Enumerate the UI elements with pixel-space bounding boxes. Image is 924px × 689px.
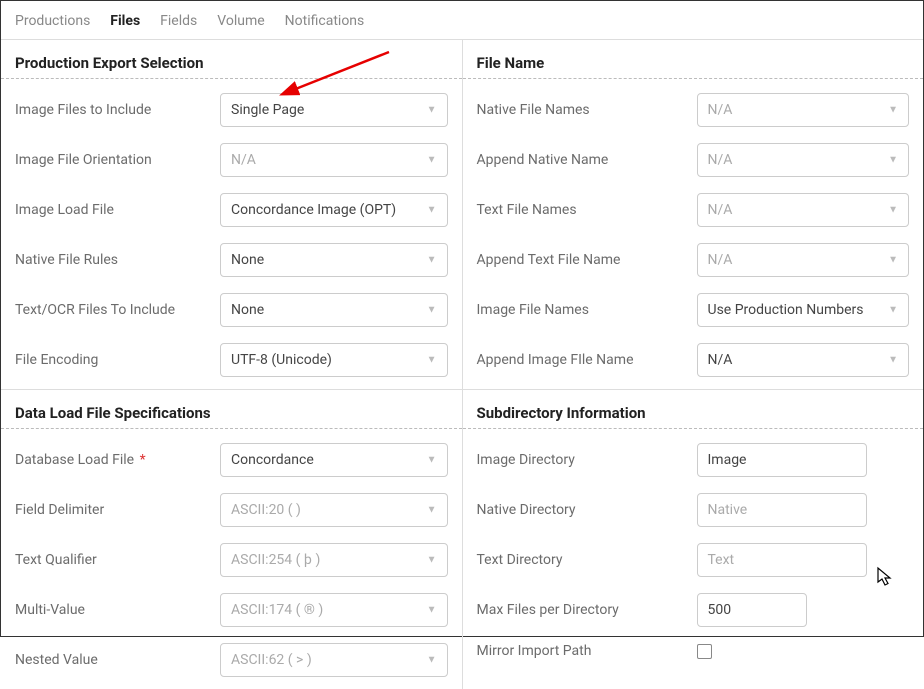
chevron-down-icon: ▼ <box>427 555 437 566</box>
select-value: N/A <box>708 202 733 218</box>
label-image-file-names: Image File Names <box>477 302 687 318</box>
tab-productions[interactable]: Productions <box>15 13 90 29</box>
input-max-files-per-directory[interactable]: 500 <box>697 593 807 627</box>
tab-bar: Productions Files Fields Volume Notifica… <box>1 1 923 40</box>
label-native-file-rules: Native File Rules <box>15 252 210 268</box>
select-append-text-file-name[interactable]: N/A ▼ <box>697 243 910 277</box>
select-text-qualifier[interactable]: ASCII:254 ( þ ) ▼ <box>220 543 448 577</box>
select-image-files-include[interactable]: Single Page ▼ <box>220 93 448 127</box>
tab-fields[interactable]: Fields <box>160 13 197 29</box>
chevron-down-icon: ▼ <box>427 505 437 516</box>
select-value: N/A <box>708 352 733 368</box>
select-value: None <box>231 252 264 268</box>
label-multi-value: Multi-Value <box>15 602 210 618</box>
checkbox-mirror-import-path[interactable] <box>697 644 712 659</box>
chevron-down-icon: ▼ <box>427 105 437 116</box>
required-indicator: * <box>140 452 146 468</box>
select-file-encoding[interactable]: UTF-8 (Unicode) ▼ <box>220 343 448 377</box>
select-value: None <box>231 302 264 318</box>
chevron-down-icon: ▼ <box>888 355 898 366</box>
select-value: ASCII:62 ( > ) <box>231 652 312 668</box>
select-value: Concordance <box>231 452 314 468</box>
chevron-down-icon: ▼ <box>427 305 437 316</box>
input-native-directory[interactable]: Native <box>697 493 867 527</box>
label-append-image-file-name: Append Image FIle Name <box>477 352 687 368</box>
select-database-load-file[interactable]: Concordance ▼ <box>220 443 448 477</box>
label-text-qualifier: Text Qualifier <box>15 552 210 568</box>
select-text-file-names[interactable]: N/A ▼ <box>697 193 910 227</box>
label-append-text-file-name: Append Text File Name <box>477 252 687 268</box>
select-append-image-file-name[interactable]: N/A ▼ <box>697 343 910 377</box>
select-image-file-names[interactable]: Use Production Numbers ▼ <box>697 293 910 327</box>
label-image-files-include: Image Files to Include <box>15 102 210 118</box>
label-file-encoding: File Encoding <box>15 352 210 368</box>
label-image-orientation: Image File Orientation <box>15 152 210 168</box>
chevron-down-icon: ▼ <box>427 355 437 366</box>
select-value: N/A <box>708 152 733 168</box>
select-multi-value[interactable]: ASCII:174 ( ® ) ▼ <box>220 593 448 627</box>
select-append-native-name[interactable]: N/A ▼ <box>697 143 910 177</box>
chevron-down-icon: ▼ <box>427 205 437 216</box>
chevron-down-icon: ▼ <box>888 305 898 316</box>
chevron-down-icon: ▼ <box>888 255 898 266</box>
label-text-file-names: Text File Names <box>477 202 687 218</box>
section-subdirectory-information: Subdirectory Information <box>463 389 924 429</box>
label-text-ocr-include: Text/OCR Files To Include <box>15 302 210 318</box>
select-value: Single Page <box>231 102 304 118</box>
chevron-down-icon: ▼ <box>888 155 898 166</box>
label-max-files-per-directory: Max Files per Directory <box>477 602 687 618</box>
select-native-file-rules[interactable]: None ▼ <box>220 243 448 277</box>
label-mirror-import-path: Mirror Import Path <box>477 643 687 659</box>
select-image-orientation[interactable]: N/A ▼ <box>220 143 448 177</box>
select-value: N/A <box>708 252 733 268</box>
select-value: N/A <box>708 102 733 118</box>
chevron-down-icon: ▼ <box>427 455 437 466</box>
chevron-down-icon: ▼ <box>427 155 437 166</box>
chevron-down-icon: ▼ <box>888 205 898 216</box>
chevron-down-icon: ▼ <box>427 605 437 616</box>
chevron-down-icon: ▼ <box>427 655 437 666</box>
chevron-down-icon: ▼ <box>888 105 898 116</box>
select-value: Concordance Image (OPT) <box>231 202 396 218</box>
select-image-load-file[interactable]: Concordance Image (OPT) ▼ <box>220 193 448 227</box>
label-image-directory: Image Directory <box>477 452 687 468</box>
section-data-load-file-specs: Data Load File Specifications <box>1 389 462 429</box>
tab-files[interactable]: Files <box>110 13 140 29</box>
section-production-export-selection: Production Export Selection <box>1 40 462 79</box>
label-image-load-file: Image Load File <box>15 202 210 218</box>
input-image-directory[interactable]: Image <box>697 443 867 477</box>
select-field-delimiter[interactable]: ASCII:20 ( ) ▼ <box>220 493 448 527</box>
section-file-name: File Name <box>463 40 924 79</box>
label-database-load-file: Database Load File * <box>15 452 210 468</box>
select-value: UTF-8 (Unicode) <box>231 352 332 368</box>
label-native-file-names: Native File Names <box>477 102 687 118</box>
select-value: Use Production Numbers <box>708 302 864 318</box>
label-nested-value: Nested Value <box>15 652 210 668</box>
label-native-directory: Native Directory <box>477 502 687 518</box>
select-value: ASCII:174 ( ® ) <box>231 602 323 618</box>
select-native-file-names[interactable]: N/A ▼ <box>697 93 910 127</box>
label-append-native-name: Append Native Name <box>477 152 687 168</box>
chevron-down-icon: ▼ <box>427 255 437 266</box>
select-value: ASCII:20 ( ) <box>231 502 301 518</box>
select-value: ASCII:254 ( þ ) <box>231 552 320 568</box>
label-text-directory: Text Directory <box>477 552 687 568</box>
select-text-ocr-include[interactable]: None ▼ <box>220 293 448 327</box>
tab-volume[interactable]: Volume <box>217 13 264 29</box>
label-field-delimiter: Field Delimiter <box>15 502 210 518</box>
select-value: N/A <box>231 152 256 168</box>
select-nested-value[interactable]: ASCII:62 ( > ) ▼ <box>220 643 448 677</box>
tab-notifications[interactable]: Notifications <box>285 13 365 29</box>
input-text-directory[interactable]: Text <box>697 543 867 577</box>
